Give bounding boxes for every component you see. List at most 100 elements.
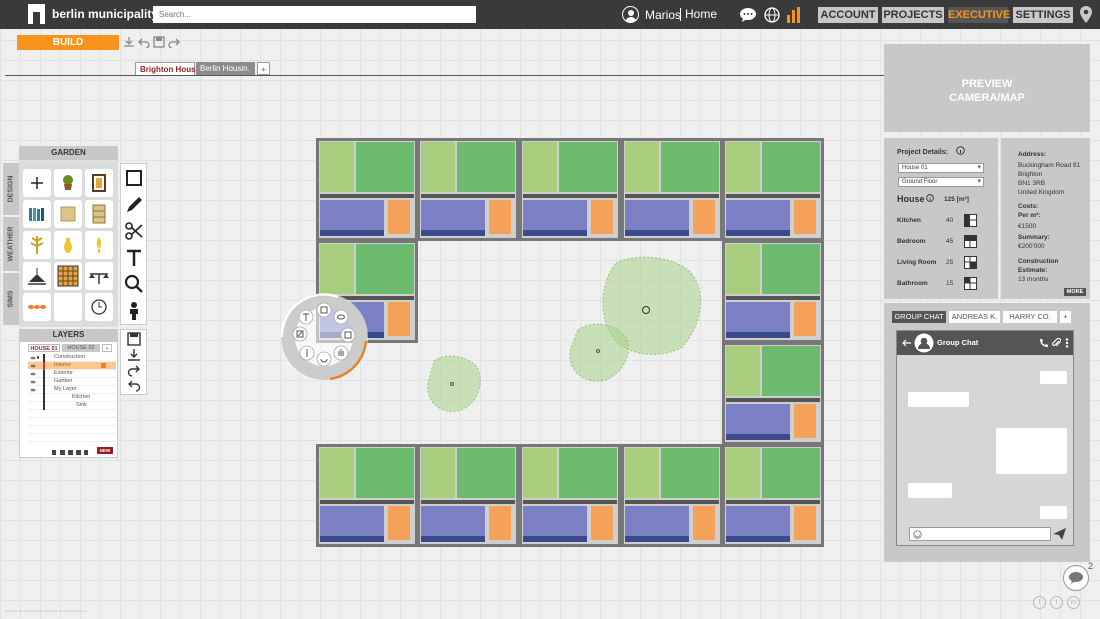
person-tool-icon[interactable] xyxy=(124,301,144,321)
tab-brighton-house[interactable]: Brighton Hous. xyxy=(135,62,198,75)
room-bedroom[interactable] xyxy=(762,142,820,192)
scissors-tool-icon[interactable] xyxy=(124,221,144,241)
room-bedroom[interactable] xyxy=(356,448,414,498)
vase-icon[interactable] xyxy=(54,231,82,259)
room-living-room-wall[interactable] xyxy=(625,536,689,542)
room-bedroom[interactable] xyxy=(762,346,820,396)
room-row-bedroom[interactable]: Bedroom 45 xyxy=(897,235,981,249)
unit-corridor[interactable] xyxy=(523,194,617,198)
linkedin-icon[interactable]: in xyxy=(1067,596,1080,609)
unit-corridor[interactable] xyxy=(625,194,719,198)
chairs-icon[interactable] xyxy=(23,293,51,321)
room-kitchen[interactable] xyxy=(320,448,354,498)
room-layout-icon[interactable] xyxy=(964,214,977,227)
room-bathroom[interactable] xyxy=(489,200,511,234)
lamp-icon[interactable] xyxy=(85,231,113,259)
side-tab-design[interactable]: DESIGN xyxy=(3,163,19,215)
room-living-room-wall[interactable] xyxy=(625,230,689,236)
room-bedroom[interactable] xyxy=(661,448,719,498)
room-kitchen[interactable] xyxy=(625,448,659,498)
download-icon[interactable] xyxy=(123,36,135,48)
layers-tab-add[interactable]: + xyxy=(102,344,112,352)
room-bathroom[interactable] xyxy=(591,506,613,540)
chat-tab-andreas[interactable]: ANDREAS K. xyxy=(949,311,1000,323)
rectangle-tool-icon[interactable] xyxy=(124,168,144,188)
nav-settings[interactable]: SETTINGS xyxy=(1013,7,1073,23)
room-living-room-wall[interactable] xyxy=(421,230,485,236)
location-pin-icon[interactable] xyxy=(1080,6,1092,23)
room-living-room[interactable] xyxy=(726,506,790,540)
room-layout-icon[interactable] xyxy=(964,256,977,269)
room-bedroom[interactable] xyxy=(356,244,414,294)
room-living-room-wall[interactable] xyxy=(726,536,790,542)
side-tab-sims[interactable]: SIMS xyxy=(3,273,19,325)
bar-chart-icon[interactable] xyxy=(785,7,803,23)
nav-projects[interactable]: PROJECTS xyxy=(882,7,944,23)
room-kitchen[interactable] xyxy=(726,346,760,396)
room-kitchen[interactable] xyxy=(320,244,354,294)
user-avatar-icon[interactable] xyxy=(622,6,639,23)
chat-bubble-icon[interactable] xyxy=(739,7,757,23)
room-living-room-wall[interactable] xyxy=(320,536,384,542)
unit-corridor[interactable] xyxy=(320,194,414,198)
room-living-room[interactable] xyxy=(726,404,790,438)
text-tool-icon[interactable] xyxy=(124,248,144,268)
room-bathroom[interactable] xyxy=(388,200,410,234)
room-bathroom[interactable] xyxy=(388,302,410,336)
room-bathroom[interactable] xyxy=(794,404,816,438)
clock-icon[interactable] xyxy=(85,293,113,321)
room-living-room[interactable] xyxy=(523,200,587,234)
unit-corridor[interactable] xyxy=(523,500,617,504)
more-options-icon[interactable] xyxy=(1065,338,1069,348)
floor-plan-canvas[interactable] xyxy=(316,138,827,548)
room-living-room[interactable] xyxy=(421,506,485,540)
room-living-room-wall[interactable] xyxy=(726,230,790,236)
unit-corridor[interactable] xyxy=(726,296,820,300)
room-living-room[interactable] xyxy=(320,200,384,234)
facebook-icon[interactable]: f xyxy=(1033,596,1046,609)
nav-executive[interactable]: EXECUTIVE xyxy=(948,7,1010,23)
room-kitchen[interactable] xyxy=(726,142,760,192)
room-living-room-wall[interactable] xyxy=(726,434,790,440)
info-icon[interactable] xyxy=(926,194,934,202)
room-layout-icon[interactable] xyxy=(964,277,977,290)
box-icon[interactable] xyxy=(54,200,82,228)
room-kitchen[interactable] xyxy=(625,142,659,192)
floor-select[interactable]: Ground Floor xyxy=(898,177,984,187)
room-bathroom[interactable] xyxy=(388,506,410,540)
scale-icon[interactable] xyxy=(85,262,113,290)
pencil-tool-icon[interactable] xyxy=(124,195,144,215)
room-living-room-wall[interactable] xyxy=(523,230,587,236)
context-wheel-menu[interactable] xyxy=(278,291,370,383)
room-bedroom[interactable] xyxy=(559,142,617,192)
room-bedroom[interactable] xyxy=(762,448,820,498)
tree-icon[interactable] xyxy=(23,231,51,259)
user-name[interactable]: Marios xyxy=(645,8,681,22)
chat-message-input[interactable] xyxy=(909,527,1051,541)
room-living-room[interactable] xyxy=(726,200,790,234)
room-bathroom[interactable] xyxy=(794,200,816,234)
layers-tab-house02[interactable]: HOUSE 02 xyxy=(62,344,100,352)
room-living-room[interactable] xyxy=(625,200,689,234)
room-bathroom[interactable] xyxy=(693,506,715,540)
room-bedroom[interactable] xyxy=(356,142,414,192)
window-grid-icon[interactable] xyxy=(54,262,82,290)
add-item-button[interactable] xyxy=(23,169,51,197)
app-logo-icon[interactable] xyxy=(28,4,45,24)
globe-icon[interactable] xyxy=(763,7,781,23)
unit-corridor[interactable] xyxy=(320,500,414,504)
room-bathroom[interactable] xyxy=(591,200,613,234)
room-kitchen[interactable] xyxy=(421,142,455,192)
picture-frame-icon[interactable] xyxy=(85,169,113,197)
zoom-tool-icon[interactable] xyxy=(124,274,144,294)
chat-fab-button[interactable] xyxy=(1063,565,1089,591)
unit-corridor[interactable] xyxy=(726,398,820,402)
layer-actions-icons[interactable] xyxy=(52,449,90,456)
room-living-room[interactable] xyxy=(523,506,587,540)
room-kitchen[interactable] xyxy=(523,142,557,192)
cabinet-icon[interactable] xyxy=(85,200,113,228)
group-avatar-icon[interactable] xyxy=(914,333,934,353)
room-living-room-wall[interactable] xyxy=(523,536,587,542)
search-input[interactable] xyxy=(153,6,476,23)
room-kitchen[interactable] xyxy=(726,448,760,498)
